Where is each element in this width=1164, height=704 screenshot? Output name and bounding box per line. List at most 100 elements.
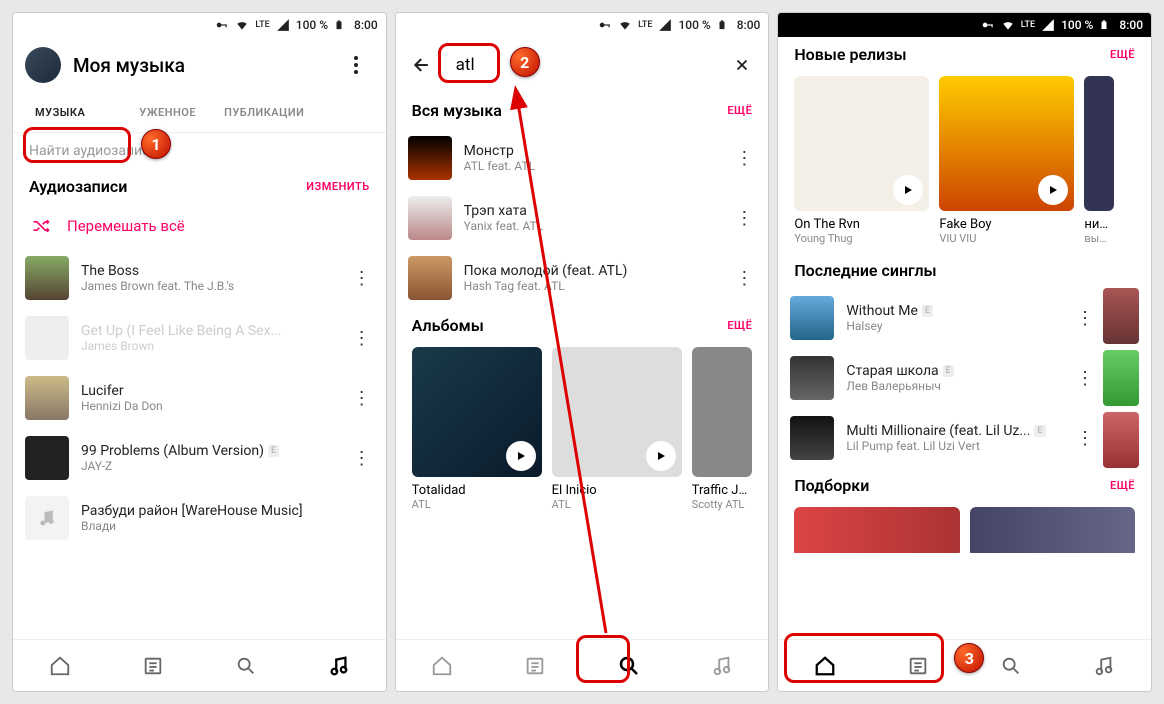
track-more-icon[interactable]: ⋮ [350,388,374,409]
track-more-icon[interactable]: ⋮ [1073,428,1097,449]
play-icon[interactable] [893,175,923,205]
track-more-icon[interactable]: ⋮ [1073,368,1097,389]
track-row[interactable]: Трэп хатаYanix feat. ATL ⋮ [396,188,769,248]
album-card[interactable]: Traffic Ja... Scotty ATL [692,347,752,511]
track-row[interactable]: Multi Millionaire (feat. Lil Uz...ELil P… [790,408,1097,468]
bottom-nav [396,639,769,691]
shuffle-all[interactable]: Перемешать всё [13,204,386,248]
track-row[interactable]: Пока молодой (feat. ATL)Hash Tag feat. A… [396,248,769,308]
battery-label: 100 % [1061,18,1093,32]
play-icon[interactable] [1038,175,1068,205]
nav-home[interactable] [803,644,847,688]
search-header [396,37,769,93]
track-row[interactable]: Get Up (I Feel Like Being A Sex...James … [13,308,386,368]
album-artist: ATL [412,498,542,511]
track-more-icon[interactable]: ⋮ [732,148,756,169]
track-more-icon[interactable]: ⋮ [350,268,374,289]
collection-card[interactable] [794,507,959,553]
screen-search: LTE 100 % 8:00 Вся музыка ЕЩЁ МонстрATL … [395,12,770,692]
play-icon[interactable] [646,441,676,471]
album-card[interactable]: El Inicio ATL [552,347,682,511]
section-singles: Последние синглы [794,261,936,280]
release-card[interactable]: никогда вышел [1084,76,1114,245]
more-link[interactable]: ЕЩЁ [727,319,752,332]
header: Моя музыка [13,37,386,93]
callout-number-2: 2 [510,47,540,77]
nav-search[interactable] [224,644,268,688]
signal-icon [658,18,672,32]
track-row[interactable]: 99 Problems (Album Version)EJAY-Z ⋮ [13,428,386,488]
track-more-icon[interactable]: ⋮ [732,208,756,229]
search-field[interactable] [448,51,717,79]
more-link[interactable]: ЕЩЁ [1110,479,1135,492]
release-artist: вышел [1084,232,1114,245]
album-card[interactable]: Totalidad ATL [412,347,542,511]
nav-music[interactable] [700,644,744,688]
track-art [25,256,69,300]
more-link[interactable]: ЕЩЁ [1110,48,1135,61]
search-input[interactable]: Найти аудиозапись [13,133,386,169]
track-title: Multi Millionaire (feat. Lil Uz...E [846,423,1061,439]
more-link[interactable]: ЕЩЁ [727,104,752,117]
release-title: On The Rvn [794,217,929,232]
side-tile[interactable] [1103,412,1139,468]
release-card[interactable]: Fake Boy VIU VIU [939,76,1074,245]
track-more-icon[interactable]: ⋮ [350,328,374,349]
status-bar: LTE 100 % 8:00 [13,13,386,37]
nav-home[interactable] [38,644,82,688]
track-artist: JAY-Z [81,459,338,473]
collections-row[interactable] [778,503,1151,553]
tab-downloaded[interactable]: УЖЕННОЕ [99,93,210,132]
track-more-icon[interactable]: ⋮ [732,268,756,289]
release-card[interactable]: On The Rvn Young Thug [794,76,929,245]
nav-search[interactable] [607,644,651,688]
avatar[interactable] [25,47,61,83]
tab-music[interactable]: МУЗЫКА [21,93,99,132]
nav-search[interactable] [989,644,1033,688]
more-menu-button[interactable] [338,47,374,83]
battery-icon [717,18,731,32]
content: Аудиозаписи ИЗМЕНИТЬ Перемешать всё The … [13,169,386,639]
album-artist: ATL [552,498,682,511]
play-icon[interactable] [506,441,536,471]
key-icon [598,18,612,32]
signal-icon [1041,18,1055,32]
back-button[interactable] [404,47,440,83]
section-all-music: Вся музыка [412,101,502,120]
page-title: Моя музыка [73,54,326,77]
track-art [408,196,452,240]
side-tile[interactable] [1103,350,1139,406]
clear-button[interactable] [724,47,760,83]
side-tiles[interactable] [1103,288,1139,468]
album-title: Totalidad [412,483,542,498]
battery-icon [334,18,348,32]
tab-posts[interactable]: ПУБЛИКАЦИИ [210,93,318,132]
track-title: 99 Problems (Album Version)E [81,443,338,459]
track-row[interactable]: Старая школаEЛев Валерьяныч ⋮ [790,348,1097,408]
edit-button[interactable]: ИЗМЕНИТЬ [306,180,369,193]
track-row[interactable]: LuciferHennizi Da Don ⋮ [13,368,386,428]
nav-feed[interactable] [513,644,557,688]
side-tile[interactable] [1103,288,1139,344]
albums-row[interactable]: Totalidad ATL El Inicio ATL Traffic Ja..… [396,343,769,519]
track-art [25,376,69,420]
track-row[interactable]: МонстрATL feat. ATL ⋮ [396,128,769,188]
nav-feed[interactable] [131,644,175,688]
battery-label: 100 % [678,18,710,32]
track-title: Lucifer [81,383,338,399]
track-artist: Halsey [846,319,1061,333]
track-row[interactable]: Разбуди район [WareHouse Music]Влади [13,488,386,548]
track-more-icon[interactable]: ⋮ [350,448,374,469]
track-title: Трэп хата [464,203,721,219]
track-row[interactable]: The BossJames Brown feat. The J.B.'s ⋮ [13,248,386,308]
collection-card[interactable] [970,507,1135,553]
nav-home[interactable] [420,644,464,688]
status-bar: LTE 100 % 8:00 [396,13,769,37]
track-more-icon[interactable]: ⋮ [1073,308,1097,329]
nav-music[interactable] [1082,644,1126,688]
track-artist: Yanix feat. ATL [464,219,721,233]
track-row[interactable]: Without MeEHalsey ⋮ [790,288,1097,348]
nav-feed[interactable] [896,644,940,688]
nav-music[interactable] [317,644,361,688]
releases-row[interactable]: On The Rvn Young Thug Fake Boy VIU VIU н… [778,72,1151,253]
